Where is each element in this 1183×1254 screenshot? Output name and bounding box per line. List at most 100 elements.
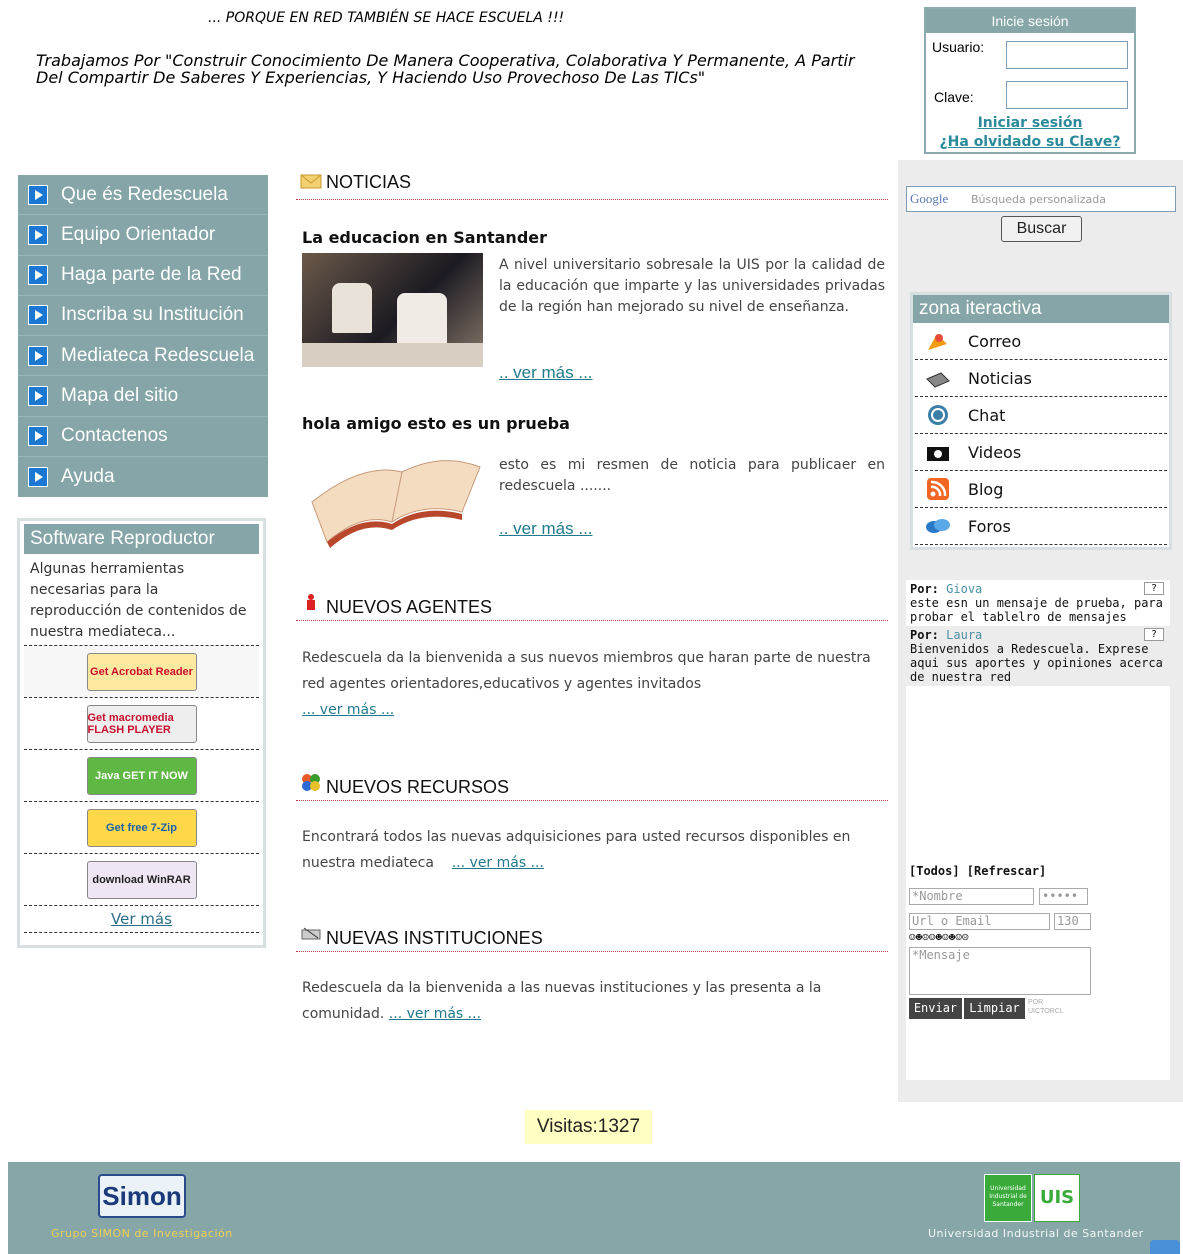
news-image-classroom[interactable] xyxy=(302,253,483,367)
news-title[interactable]: La educacion en Santander xyxy=(302,228,547,247)
mail-icon xyxy=(928,334,947,350)
acrobat-reader-button[interactable]: Get Acrobat Reader xyxy=(86,652,197,691)
message-by: Por: xyxy=(910,628,939,642)
login-title: Inicie sesión xyxy=(926,9,1134,33)
username-input[interactable] xyxy=(1006,41,1128,69)
agents-heading: NUEVOS AGENTES xyxy=(326,597,493,617)
message-author[interactable]: Giova xyxy=(946,582,982,596)
uis-logo-text[interactable]: Universidad Industrial de Santander xyxy=(984,1174,1032,1222)
zone-item-correo[interactable]: Correo xyxy=(915,323,1167,360)
agents-description: Redescuela da la bienvenida a sus nuevos… xyxy=(302,650,871,692)
password-label: Clave: xyxy=(934,89,974,105)
zone-item-noticias[interactable]: Noticias xyxy=(915,360,1167,397)
menu-item-contactenos[interactable]: Contactenos xyxy=(18,417,268,457)
board-password-input[interactable]: ••••• xyxy=(1039,888,1088,905)
flash-player-button[interactable]: Get macromedia FLASH PLAYER xyxy=(86,704,197,743)
chat-icon xyxy=(928,405,948,425)
url-email-input[interactable]: Url o Email xyxy=(909,913,1050,930)
news-title[interactable]: hola amigo esto es un prueba xyxy=(302,414,570,433)
software-box: Software Reproductor Algunas herramienta… xyxy=(17,518,266,948)
board-credit: POR UICTORCL xyxy=(1028,999,1064,1015)
rss-icon xyxy=(927,478,949,500)
menu-label: Ayuda xyxy=(61,465,115,487)
main-menu: Que és Redescuela Equipo Orientador Haga… xyxy=(18,175,268,497)
board-links[interactable]: [Todos] [Refrescar] xyxy=(909,864,1046,878)
7zip-button[interactable]: Get free 7-Zip xyxy=(86,808,197,847)
resources-section-header: NUEVOS RECURSOS xyxy=(296,771,888,801)
message-board: Por: Giova ? este esn un mensaje de prue… xyxy=(906,580,1170,1080)
arrow-right-icon xyxy=(28,265,48,286)
resources-more-link[interactable]: ... ver más ... xyxy=(452,855,544,871)
name-input[interactable]: *Nombre xyxy=(909,888,1034,905)
zone-item-foros[interactable]: Foros xyxy=(915,508,1167,545)
clear-button[interactable]: Limpiar xyxy=(964,998,1025,1019)
message-by: Por: xyxy=(910,582,939,596)
menu-item-inscriba[interactable]: Inscriba su Institución xyxy=(18,296,268,336)
message-author[interactable]: Laura xyxy=(946,628,982,642)
news-icon xyxy=(926,372,950,388)
news-more-link[interactable]: .. ver más ... xyxy=(499,363,593,383)
menu-item-ayuda[interactable]: Ayuda xyxy=(18,457,268,497)
zone-item-chat[interactable]: Chat xyxy=(915,397,1167,434)
char-counter: 130 xyxy=(1054,913,1091,930)
menu-item-que-es[interactable]: Que és Redescuela xyxy=(18,175,268,216)
message-text: este esn un mensaje de prueba, para prob… xyxy=(910,596,1163,624)
book-icon[interactable] xyxy=(302,442,484,550)
login-box: Inicie sesión Usuario: Clave: Iniciar se… xyxy=(924,7,1136,154)
news-more-link[interactable]: .. ver más ... xyxy=(499,519,593,539)
arrow-right-icon xyxy=(28,466,48,487)
institutions-description: Redescuela da la bienvenida a las nuevas… xyxy=(302,980,822,1022)
help-icon[interactable]: ? xyxy=(1144,628,1164,641)
smileys-row[interactable]: ☺☻☹☺☻☺☻☺☹ xyxy=(909,931,969,945)
puzzle-icon xyxy=(302,774,320,791)
login-link[interactable]: Iniciar sesión xyxy=(926,115,1134,131)
software-title: Software Reproductor xyxy=(24,524,259,554)
footer: Simon Grupo SIMON de Investigación Unive… xyxy=(8,1162,1180,1254)
menu-label: Equipo Orientador xyxy=(61,223,216,245)
forgot-password-link[interactable]: ¿Ha olvidado su Clave? xyxy=(926,134,1134,150)
google-search-input[interactable]: Google Búsqueda personalizada xyxy=(906,186,1176,212)
zone-label: Chat xyxy=(968,405,1006,425)
uis-logo-mark[interactable]: UIS xyxy=(1034,1174,1080,1222)
software-more-link[interactable]: Ver más xyxy=(24,905,259,933)
news-section-header: NOTICIAS xyxy=(296,170,888,200)
message-textarea[interactable]: *Mensaje xyxy=(909,947,1091,995)
zone-item-videos[interactable]: Videos xyxy=(915,434,1167,471)
search-placeholder: Búsqueda personalizada xyxy=(971,193,1106,206)
institution-icon xyxy=(301,927,321,940)
menu-item-haga-parte[interactable]: Haga parte de la Red xyxy=(18,256,268,296)
zone-label: Correo xyxy=(968,331,1022,351)
zone-item-blog[interactable]: Blog xyxy=(915,471,1167,508)
winrar-button[interactable]: download WinRAR xyxy=(86,860,197,899)
resources-heading: NUEVOS RECURSOS xyxy=(326,777,510,797)
simon-logo[interactable]: Simon xyxy=(98,1174,186,1218)
arrow-right-icon xyxy=(28,184,48,205)
chat-widget-icon[interactable] xyxy=(1150,1240,1180,1254)
arrow-right-icon xyxy=(28,305,48,326)
help-icon[interactable]: ? xyxy=(1144,582,1164,595)
arrow-right-icon xyxy=(28,224,48,245)
zone-label: Foros xyxy=(968,516,1011,536)
arrow-right-icon xyxy=(28,345,48,366)
username-label: Usuario: xyxy=(932,39,985,55)
institutions-section-header: NUEVAS INSTITUCIONES xyxy=(296,922,888,952)
password-input[interactable] xyxy=(1006,81,1128,109)
menu-label: Mediateca Redescuela xyxy=(61,344,255,366)
menu-item-mediateca[interactable]: Mediateca Redescuela xyxy=(18,336,268,377)
java-button[interactable]: Java GET IT NOW xyxy=(86,756,197,795)
institutions-more-link[interactable]: ... ver más ... xyxy=(389,1006,481,1022)
news-summary: esto es mi resmen de noticia para public… xyxy=(499,457,885,494)
agents-more-link[interactable]: ... ver más ... xyxy=(302,702,394,718)
arrow-right-icon xyxy=(28,385,48,406)
zone-label: Videos xyxy=(968,442,1022,462)
menu-item-mapa[interactable]: Mapa del sitio xyxy=(18,376,268,417)
send-button[interactable]: Enviar xyxy=(909,998,962,1019)
google-logo: Google xyxy=(910,191,949,206)
search-button[interactable]: Buscar xyxy=(1001,216,1082,242)
zone-label: Noticias xyxy=(968,368,1032,388)
resources-description: Encontrará todos las nuevas adquisicione… xyxy=(302,829,851,871)
software-item: Get free 7-Zip xyxy=(24,801,259,853)
menu-item-equipo[interactable]: Equipo Orientador xyxy=(18,215,268,256)
uis-caption: Universidad Industrial de Santander xyxy=(928,1227,1144,1240)
software-item: download WinRAR xyxy=(24,853,259,905)
